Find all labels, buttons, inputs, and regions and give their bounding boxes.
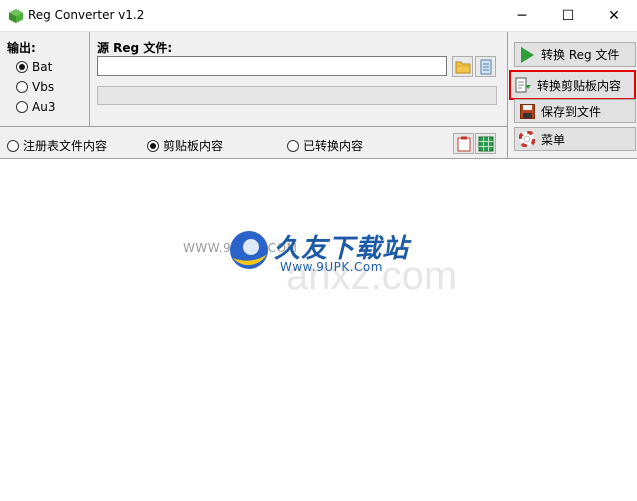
save-icon [519, 103, 535, 119]
output-vbs-radio[interactable]: Vbs [16, 80, 54, 94]
mode-registry-radio[interactable]: 注册表文件内容 [7, 137, 107, 154]
convert-clipboard-label: 转换剪贴板内容 [537, 78, 622, 93]
convert-clipboard-button[interactable]: 转换剪贴板内容 [509, 70, 636, 100]
paste-clipboard-button[interactable] [453, 133, 474, 154]
folder-icon [455, 61, 470, 73]
top-panel-divider [0, 126, 507, 127]
mode-clipboard-radio[interactable]: 剪贴板内容 [147, 137, 223, 154]
source-file-label: 源 Reg 文件: [97, 41, 173, 55]
output-text-area[interactable] [0, 159, 637, 501]
watermark-logo-icon [230, 231, 268, 269]
radio-indicator [287, 139, 299, 152]
output-bat-label: Bat [32, 60, 53, 74]
browse-folder-button[interactable] [452, 56, 473, 77]
conversion-progress-bar [97, 86, 497, 105]
convert-reg-file-button[interactable]: 转换 Reg 文件 [514, 42, 636, 67]
clipboard-convert-icon [515, 77, 531, 93]
radio-indicator [147, 139, 159, 152]
menu-label: 菜单 [541, 132, 566, 147]
menu-button[interactable]: 菜单 [514, 127, 636, 151]
output-label: 输出: [7, 41, 36, 55]
sidebar-divider [507, 32, 508, 159]
save-to-file-label: 保存到文件 [541, 104, 602, 119]
source-file-input[interactable] [97, 56, 447, 76]
radio-indicator [16, 61, 28, 73]
grid-icon [478, 136, 493, 151]
output-vbs-label: Vbs [32, 80, 55, 94]
mode-converted-label: 已转换内容 [303, 139, 364, 153]
open-file-button[interactable] [475, 56, 496, 77]
mode-registry-label: 注册表文件内容 [23, 139, 108, 153]
radio-indicator [16, 81, 28, 93]
app-icon [9, 9, 23, 23]
mode-converted-radio[interactable]: 已转换内容 [287, 137, 363, 154]
output-au3-label: Au3 [32, 100, 56, 114]
window-title: Reg Converter v1.2 [28, 8, 145, 22]
clipboard-icon [457, 136, 470, 151]
convert-reg-file-label: 转换 Reg 文件 [541, 48, 620, 62]
radio-indicator [16, 101, 28, 113]
lifebuoy-icon [519, 131, 535, 147]
save-to-file-button[interactable]: 保存到文件 [514, 99, 636, 123]
mode-clipboard-label: 剪贴板内容 [163, 139, 224, 153]
output-bat-radio[interactable]: Bat [16, 60, 52, 74]
grid-view-button[interactable] [475, 133, 496, 154]
watermark: anxz.com WWW.9U K.COM 久友下载站 Www.9UPK.Com [183, 222, 457, 298]
output-divider [89, 32, 90, 126]
title-bar: Reg Converter v1.2 ─ ☐ ✕ [0, 0, 637, 32]
close-button[interactable]: ✕ [591, 0, 637, 31]
document-icon [480, 59, 491, 74]
play-icon [519, 46, 535, 63]
maximize-button[interactable]: ☐ [545, 0, 591, 31]
radio-indicator [7, 139, 19, 152]
output-au3-radio[interactable]: Au3 [16, 100, 55, 114]
watermark-site: Www.9UPK.Com [280, 260, 383, 274]
minimize-button[interactable]: ─ [499, 0, 545, 31]
